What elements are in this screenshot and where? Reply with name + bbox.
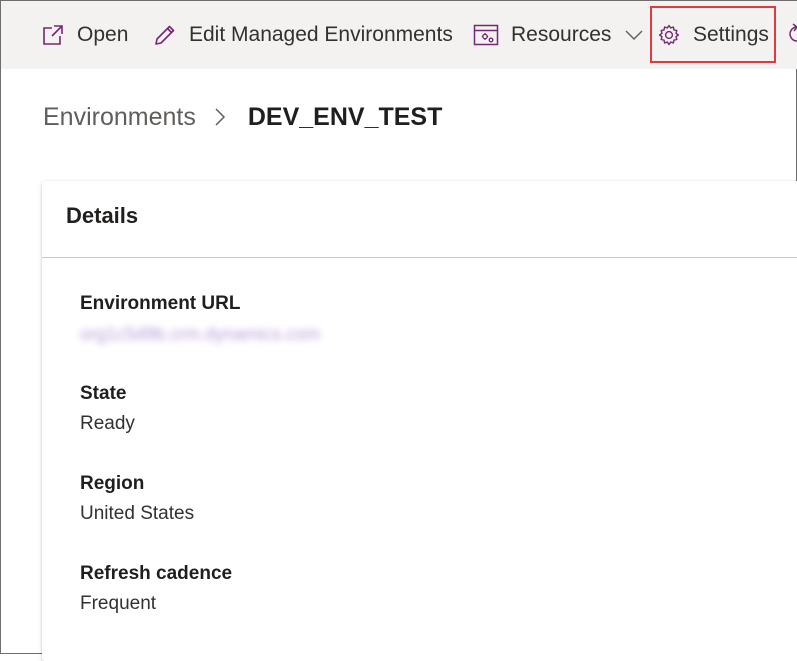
- environment-url-field: Environment URL org1c5d9b.crm.dynamics.c…: [80, 292, 320, 346]
- details-divider: [42, 257, 797, 258]
- open-external-icon: [41, 24, 65, 46]
- refresh-cadence-label: Refresh cadence: [80, 563, 233, 584]
- region-field: Region United States: [80, 472, 194, 526]
- environment-url-value[interactable]: org1c5d9b.crm.dynamics.com: [80, 322, 320, 346]
- gear-icon: [657, 23, 681, 47]
- open-button-label: Open: [77, 23, 129, 46]
- environment-url-label: Environment URL: [80, 293, 241, 314]
- state-field: State Ready: [80, 382, 135, 436]
- chevron-right-icon: [214, 107, 226, 127]
- details-card: Details Environment URL org1c5d9b.crm.dy…: [42, 181, 797, 661]
- resources-label: Resources: [511, 23, 612, 46]
- details-title: Details: [66, 203, 139, 228]
- settings-button[interactable]: Settings: [657, 1, 769, 69]
- region-value: United States: [80, 503, 195, 524]
- refresh-cadence-value: Frequent: [80, 593, 157, 614]
- refresh-cadence-field: Refresh cadence Frequent: [80, 562, 232, 616]
- edit-managed-environments-label: Edit Managed Environments: [189, 23, 453, 46]
- resources-dropdown-button[interactable]: Resources: [473, 1, 643, 69]
- region-label: Region: [80, 473, 145, 494]
- breadcrumb-environments-link[interactable]: Environments: [43, 103, 196, 132]
- pencil-icon: [153, 23, 177, 47]
- edit-managed-environments-button[interactable]: Edit Managed Environments: [153, 1, 453, 69]
- refresh-button-partial[interactable]: [789, 1, 797, 69]
- refresh-icon: [789, 21, 797, 50]
- chevron-down-icon: [625, 29, 643, 41]
- resources-icon: [473, 24, 499, 46]
- state-value: Ready: [80, 413, 135, 434]
- state-label: State: [80, 383, 127, 404]
- settings-label: Settings: [693, 23, 769, 46]
- open-button[interactable]: Open: [41, 1, 128, 69]
- command-bar: Open Edit Managed Environments Resources: [1, 1, 797, 69]
- breadcrumb: Environments DEV_ENV_TEST: [43, 99, 442, 135]
- breadcrumb-current: DEV_ENV_TEST: [247, 102, 443, 131]
